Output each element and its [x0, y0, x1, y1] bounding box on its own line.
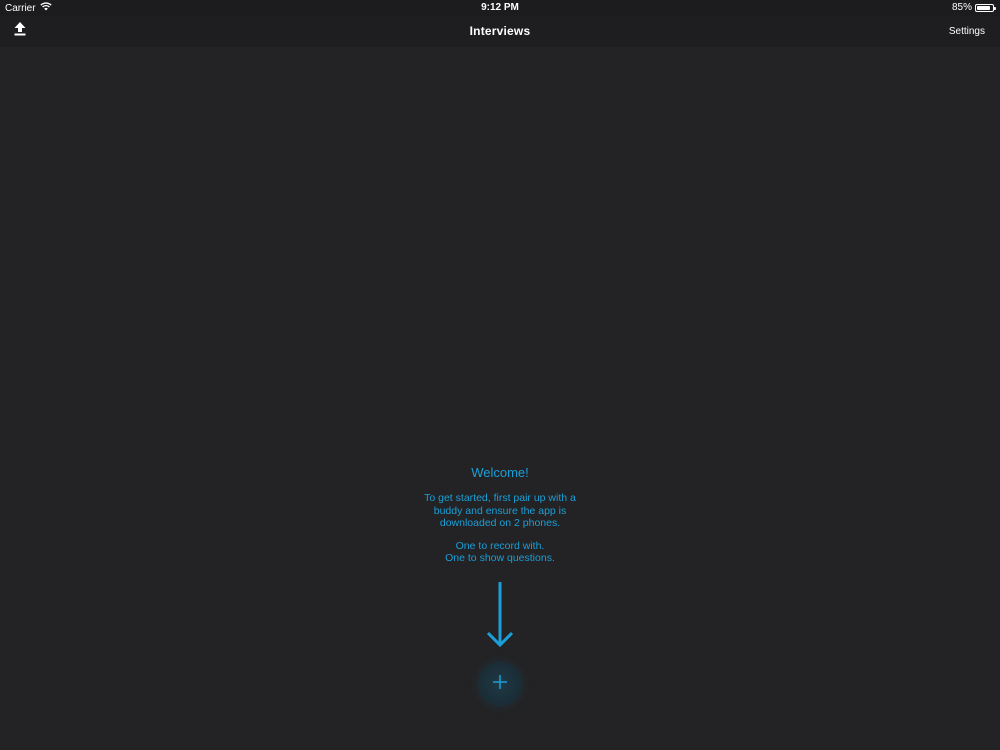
- navigation-bar: Interviews Settings: [0, 16, 1000, 47]
- battery-percent: 85%: [951, 2, 972, 13]
- welcome-message: Welcome! To get started, first pair up w…: [0, 465, 1000, 565]
- plus-icon: [492, 674, 508, 695]
- page-title: Interviews: [469, 24, 531, 38]
- welcome-heading: Welcome!: [471, 465, 529, 480]
- battery-fill: [977, 5, 990, 10]
- welcome-questions-line: One to show questions.: [445, 552, 555, 564]
- status-time: 9:12 PM: [481, 2, 519, 13]
- settings-button[interactable]: Settings: [949, 26, 985, 37]
- welcome-instructions: To get started, first pair up with a bud…: [424, 492, 576, 529]
- battery-group: 85%: [951, 2, 996, 13]
- add-interview-button[interactable]: [478, 662, 522, 706]
- upload-button[interactable]: [10, 21, 30, 41]
- upload-icon: [14, 21, 26, 41]
- status-bar: Carrier 9:12 PM 85%: [0, 0, 1000, 16]
- battery-icon: [975, 3, 996, 12]
- arrow-down-icon: [486, 582, 514, 648]
- welcome-record-line: One to record with.: [455, 539, 545, 552]
